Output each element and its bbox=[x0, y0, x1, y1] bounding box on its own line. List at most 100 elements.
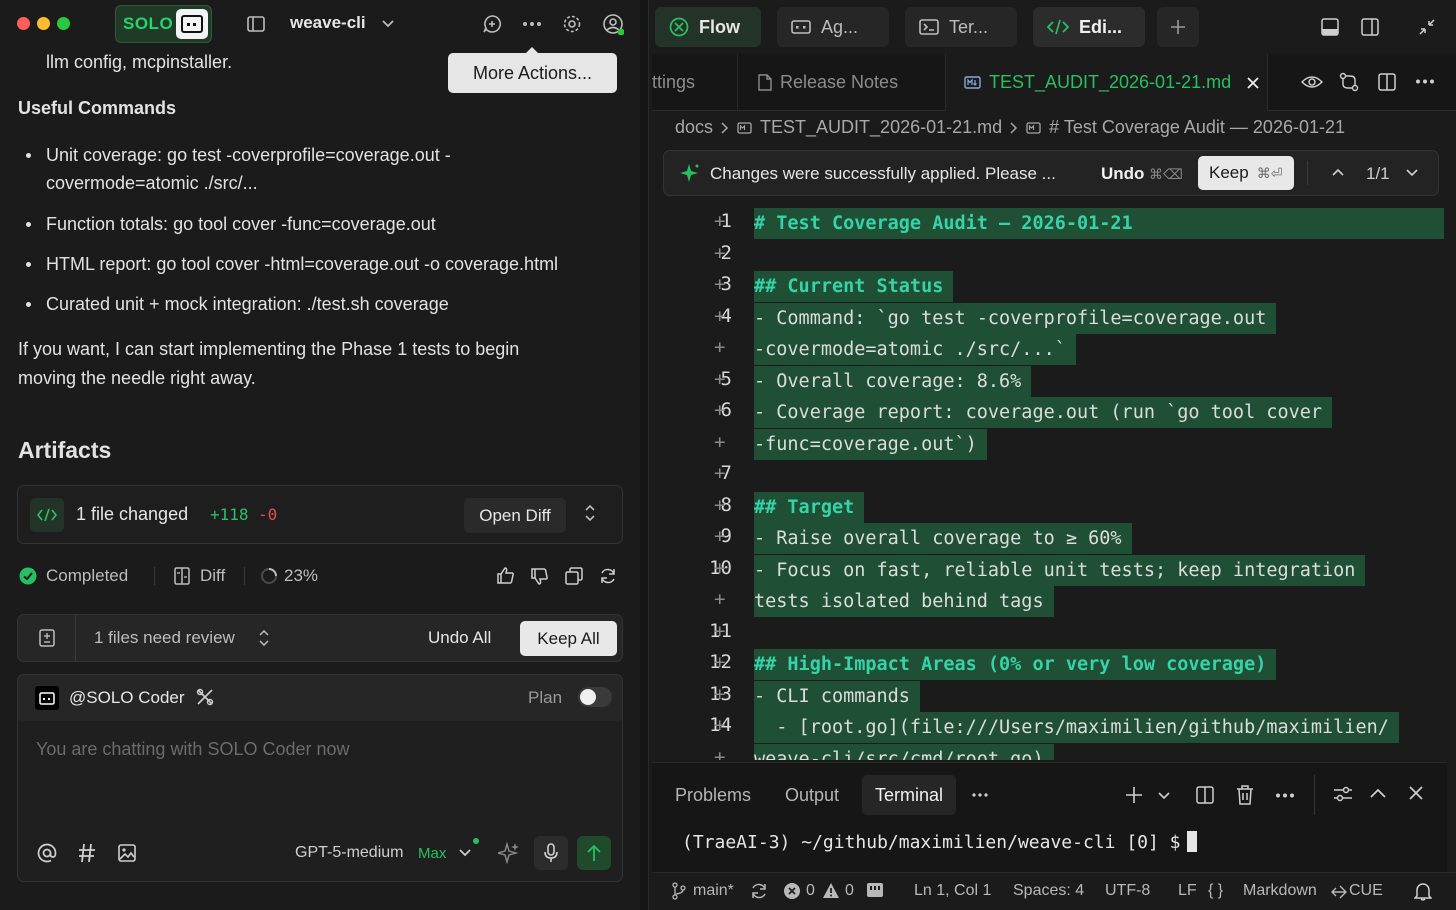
expand-collapse-icon[interactable] bbox=[259, 630, 269, 646]
toggle-sidebar-icon[interactable] bbox=[244, 12, 268, 36]
diff-icon[interactable] bbox=[174, 567, 190, 585]
git-branch[interactable]: main* bbox=[693, 882, 734, 900]
split-editor-icon[interactable] bbox=[1378, 73, 1396, 91]
braces-icon[interactable]: { } bbox=[1208, 882, 1223, 900]
hash-icon[interactable] bbox=[78, 843, 96, 863]
chevron-down-icon[interactable] bbox=[376, 12, 400, 36]
keep-button[interactable]: Keep ⌘⏎ bbox=[1198, 156, 1294, 190]
ports-icon[interactable] bbox=[866, 882, 884, 898]
solo-mode-badge[interactable]: SOLO bbox=[115, 5, 212, 43]
mention-icon[interactable] bbox=[37, 843, 57, 863]
undo-all-button[interactable]: Undo All bbox=[428, 628, 491, 648]
files-need-review-label[interactable]: 1 files need review bbox=[94, 628, 235, 648]
more-icon[interactable] bbox=[1415, 79, 1435, 84]
send-button[interactable] bbox=[577, 836, 611, 870]
line-ending[interactable]: LF bbox=[1178, 882, 1197, 900]
preview-eye-icon[interactable] bbox=[1301, 73, 1323, 91]
zoom-window-button[interactable] bbox=[57, 17, 70, 30]
list-item: Function totals: go tool cover -func=cov… bbox=[26, 210, 626, 238]
editor-tab-settings[interactable]: ttings bbox=[652, 54, 738, 111]
editor-tab-test-audit[interactable]: TEST_AUDIT_2026-01-21.md bbox=[946, 54, 1268, 111]
error-icon[interactable] bbox=[783, 882, 801, 900]
more-icon[interactable] bbox=[1275, 793, 1295, 798]
keep-shortcut: ⌘⏎ bbox=[1256, 164, 1283, 181]
more-actions-icon[interactable] bbox=[520, 12, 544, 36]
expand-collapse-icon[interactable] bbox=[584, 504, 596, 522]
error-count[interactable]: 0 bbox=[806, 882, 815, 900]
new-chat-icon[interactable] bbox=[480, 12, 504, 36]
breadcrumb-item[interactable]: TEST_AUDIT_2026-01-21.md bbox=[760, 117, 1002, 138]
code-editor[interactable]: 1 + # Test Coverage Audit — 2026-01-21 2 +… bbox=[652, 205, 1447, 760]
collapse-icon[interactable] bbox=[1418, 18, 1436, 36]
artifact-card[interactable]: 1 file changed +118 -0 Open Diff bbox=[17, 485, 623, 544]
project-name[interactable]: weave-cli bbox=[290, 13, 366, 33]
split-terminal-icon[interactable] bbox=[1196, 786, 1214, 804]
indentation[interactable]: Spaces: 4 bbox=[1013, 882, 1084, 900]
encoding[interactable]: UTF-8 bbox=[1105, 882, 1150, 900]
diff-label[interactable]: Diff bbox=[200, 566, 225, 586]
open-diff-button[interactable]: Open Diff bbox=[464, 498, 566, 533]
terminal-output[interactable]: (TraeAI-3) ~/github/maximilien/weave-cli… bbox=[682, 831, 1197, 853]
tab-flow[interactable]: Flow bbox=[655, 7, 761, 47]
close-tab-icon[interactable] bbox=[1247, 76, 1259, 89]
breadcrumb-item[interactable]: # Test Coverage Audit — 2026-01-21 bbox=[1049, 117, 1345, 138]
microphone-button[interactable] bbox=[534, 836, 568, 870]
tab-agent[interactable]: Ag... bbox=[777, 7, 889, 47]
trash-icon[interactable] bbox=[1236, 785, 1254, 805]
regenerate-icon[interactable] bbox=[599, 567, 617, 585]
image-attach-icon[interactable] bbox=[118, 844, 136, 862]
notification-bell-icon[interactable] bbox=[1414, 882, 1432, 901]
tab-terminal-panel[interactable]: Terminal bbox=[862, 775, 956, 815]
language-mode[interactable]: Markdown bbox=[1243, 882, 1317, 900]
chat-text-line: moving the needle right away. bbox=[18, 368, 256, 388]
chevron-down-icon[interactable] bbox=[1406, 169, 1418, 177]
panel-settings-icon[interactable] bbox=[1333, 785, 1353, 803]
more-tabs-icon[interactable] bbox=[972, 793, 988, 797]
new-terminal-icon[interactable] bbox=[1125, 786, 1143, 804]
tab-label: Edi... bbox=[1079, 16, 1123, 37]
tab-terminal[interactable]: Ter... bbox=[905, 7, 1017, 47]
list-item: Unit coverage: go test -coverprofile=cov… bbox=[26, 141, 626, 197]
keep-all-button[interactable]: Keep All bbox=[520, 621, 617, 656]
panel-bottom-icon[interactable] bbox=[1321, 18, 1339, 36]
panel-right-icon[interactable] bbox=[1361, 18, 1379, 36]
account-icon[interactable] bbox=[601, 12, 625, 36]
tab-output[interactable]: Output bbox=[785, 775, 839, 815]
chevron-up-icon[interactable] bbox=[1332, 168, 1344, 176]
additions-count: +118 bbox=[210, 505, 249, 524]
undo-button[interactable]: Undo bbox=[1101, 164, 1144, 184]
chevron-down-icon[interactable] bbox=[1158, 792, 1170, 800]
tools-icon[interactable] bbox=[196, 688, 214, 706]
plan-toggle[interactable] bbox=[578, 687, 612, 707]
cue-label[interactable]: CUE bbox=[1349, 882, 1383, 900]
added-marker: + bbox=[714, 368, 726, 390]
model-selector[interactable]: GPT-5-medium bbox=[295, 844, 403, 862]
warning-count[interactable]: 0 bbox=[845, 882, 854, 900]
source-control-icon[interactable] bbox=[1339, 72, 1359, 92]
minimize-window-button[interactable] bbox=[37, 17, 50, 30]
composer-input[interactable]: You are chatting with SOLO Coder now bbox=[36, 739, 350, 760]
warning-icon[interactable] bbox=[822, 882, 840, 899]
markdown-file-icon bbox=[737, 121, 752, 134]
tab-editor[interactable]: Edi... bbox=[1033, 7, 1145, 47]
tab-problems[interactable]: Problems bbox=[675, 775, 751, 815]
branch-icon[interactable] bbox=[671, 882, 687, 900]
cursor-position[interactable]: Ln 1, Col 1 bbox=[914, 882, 991, 900]
agent-name[interactable]: @SOLO Coder bbox=[69, 688, 185, 708]
thumbs-down-icon[interactable] bbox=[530, 567, 549, 586]
chevron-down-icon[interactable] bbox=[459, 849, 471, 857]
add-tab-button[interactable] bbox=[1157, 7, 1199, 47]
close-window-button[interactable] bbox=[17, 17, 30, 30]
close-panel-icon[interactable] bbox=[1409, 786, 1423, 800]
editor-tab-release-notes[interactable]: Release Notes bbox=[738, 54, 946, 111]
copy-icon[interactable] bbox=[565, 567, 583, 585]
settings-gear-icon[interactable] bbox=[560, 12, 584, 36]
added-marker: + bbox=[714, 494, 726, 516]
breadcrumb-item[interactable]: docs bbox=[675, 117, 713, 138]
thumbs-up-icon[interactable] bbox=[496, 566, 515, 585]
keep-label: Keep bbox=[1209, 163, 1249, 182]
sparkle-icon[interactable] bbox=[498, 842, 520, 864]
sync-icon[interactable] bbox=[750, 882, 768, 900]
maximize-panel-icon[interactable] bbox=[1370, 788, 1386, 798]
cue-icon[interactable] bbox=[1331, 884, 1347, 900]
